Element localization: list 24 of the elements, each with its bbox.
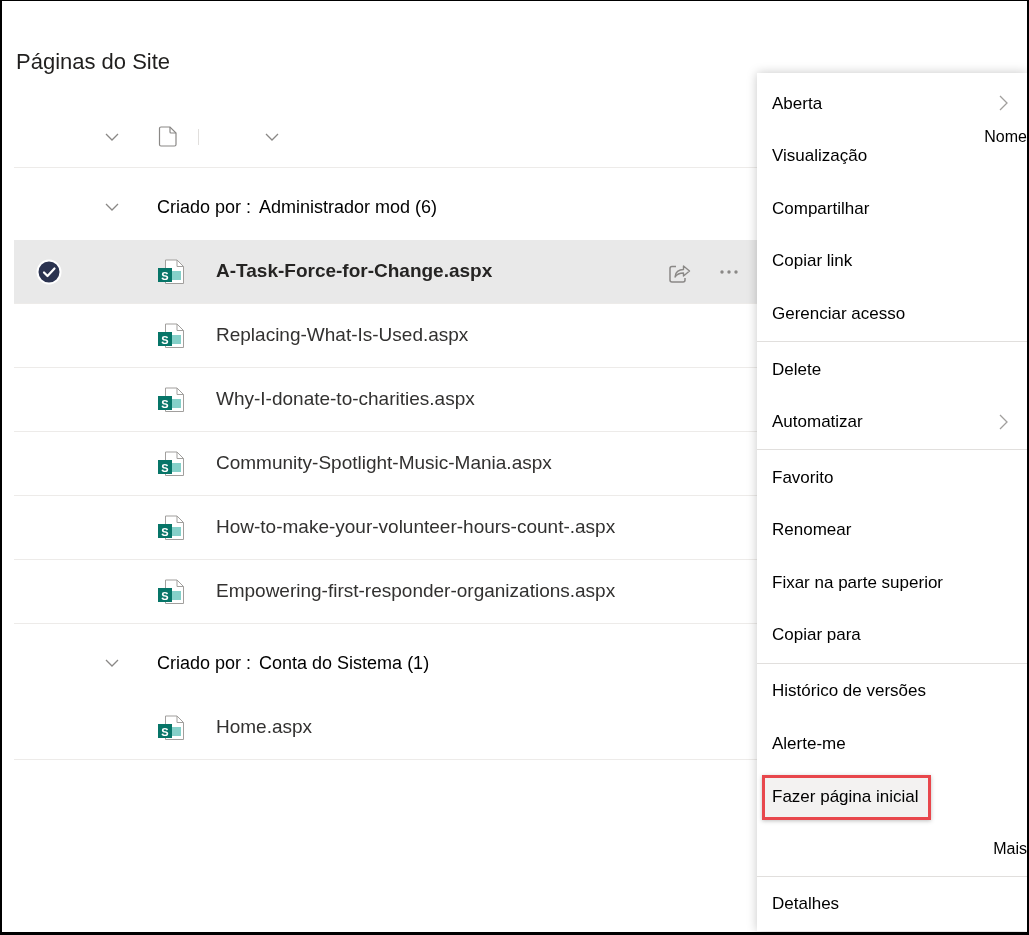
group-value: Administrador mod (6) [259,195,438,219]
file-name[interactable]: Replacing-What-Is-Used.aspx [216,321,656,350]
file-name[interactable]: Home.aspx [216,713,656,742]
file-name[interactable]: Why-I-donate-to-charities.aspx [216,385,656,414]
menu-item[interactable]: Fazer página inicial [762,774,932,820]
menu-item[interactable]: Compartilhar [757,182,1027,235]
chevron-down-icon[interactable] [105,132,119,141]
group-label: Criado por : [157,195,252,219]
file-name[interactable]: A-Task-Force-for-Change.aspx [216,257,656,286]
file-type-icon [158,126,177,147]
file-name[interactable]: Empowering-first-responder-organizations.aspx [216,577,656,606]
menu-item[interactable]: Mais [757,822,1027,875]
chevron-down-icon[interactable] [105,203,119,211]
group-label: Criado por : [157,651,252,675]
file-name[interactable]: How-to-make-your-volunteer-hours-count-.aspx [216,513,656,542]
file-name[interactable]: Community-Spotlight-Music-Mania.aspx [216,449,656,478]
group-value: Conta do Sistema (1) [259,651,430,675]
more-options-icon[interactable] [719,268,739,275]
chevron-down-icon[interactable] [265,132,279,141]
menu-item[interactable]: Renomear [757,503,1027,557]
check-circle-icon[interactable] [36,258,62,285]
chevron-down-icon[interactable] [105,659,119,667]
page-title: Páginas do Site [15,48,172,76]
menu-item[interactable]: Detalhes [757,877,1027,931]
